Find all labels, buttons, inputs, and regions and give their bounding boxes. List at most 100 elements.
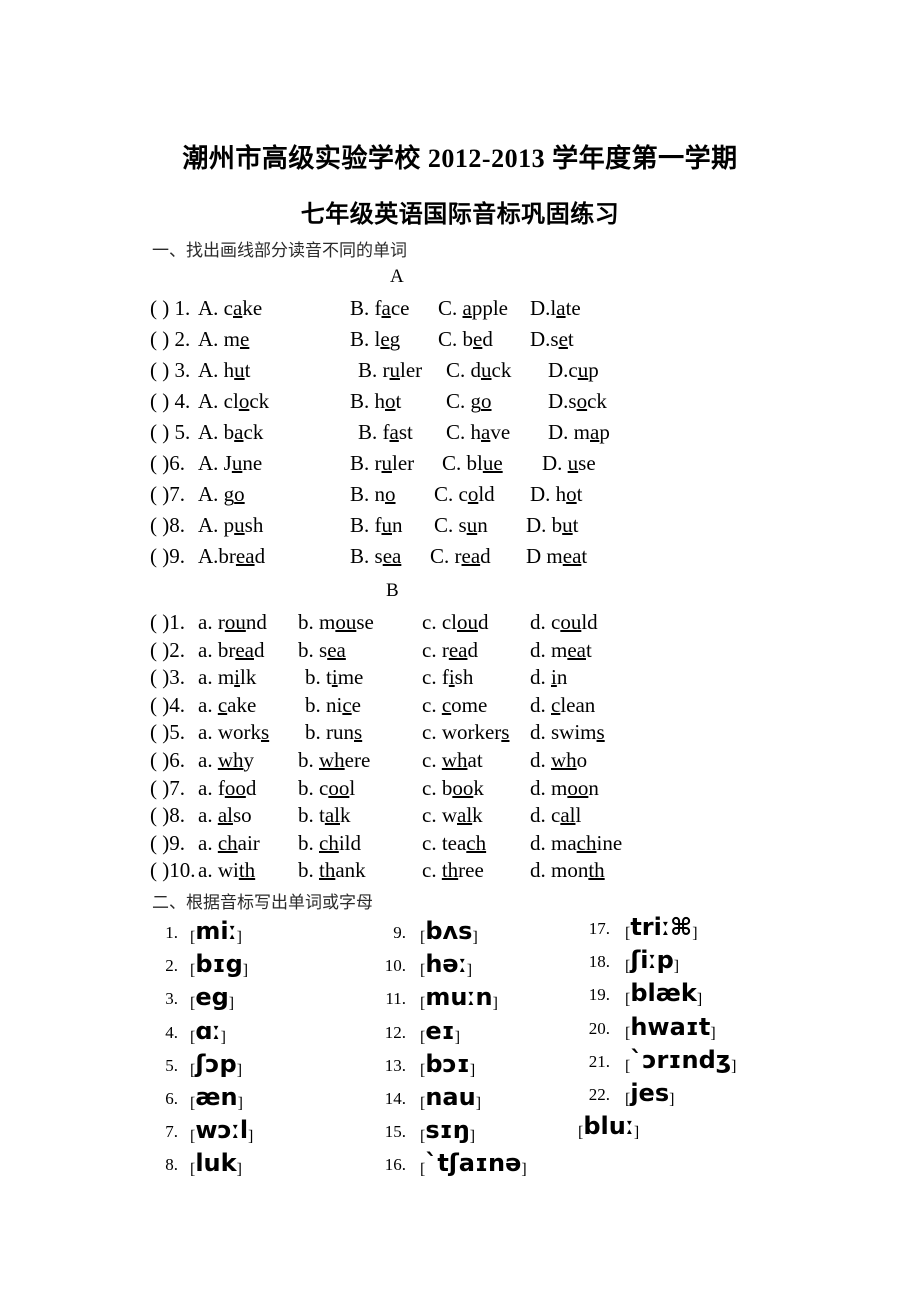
option-choice[interactable]: b. thank <box>298 858 366 883</box>
option-choice[interactable]: b. talk <box>298 803 351 828</box>
option-choice[interactable]: C. read <box>430 544 491 569</box>
option-choice[interactable]: a. why <box>198 748 254 773</box>
option-choice[interactable]: c. read <box>422 638 478 663</box>
option-choice[interactable]: D.cup <box>548 358 599 383</box>
option-choice[interactable]: a. cake <box>198 693 256 718</box>
question-row: ( )9. A.bread B. sea C. read D meat <box>150 544 910 575</box>
answer-blank[interactable]: ( )7. <box>150 482 185 506</box>
option-choice[interactable]: D.sock <box>548 389 607 414</box>
option-choice[interactable]: B. sea <box>350 544 401 569</box>
phonetic-item-number: 17. <box>588 919 610 938</box>
option-choice[interactable]: B. hot <box>350 389 401 414</box>
group-b-label: B <box>386 580 399 601</box>
option-choice[interactable]: d. call <box>530 803 581 828</box>
option-choice[interactable]: b. sea <box>298 638 346 663</box>
option-choice[interactable]: B. fast <box>358 420 413 445</box>
option-choice[interactable]: b. runs <box>305 720 362 745</box>
option-choice[interactable]: C. sun <box>434 513 488 538</box>
answer-blank[interactable]: ( )8. <box>150 803 185 827</box>
option-choice[interactable]: d. month <box>530 858 605 883</box>
option-choice[interactable]: A. June <box>198 451 262 476</box>
answer-blank[interactable]: ( )10. <box>150 858 196 882</box>
option-choice[interactable]: B. no <box>350 482 396 507</box>
option-choice[interactable]: c. cloud <box>422 610 488 635</box>
option-choice[interactable]: A. clock <box>198 389 269 414</box>
option-choice[interactable]: d. moon <box>530 776 599 801</box>
answer-blank[interactable]: ( ) 2. <box>150 327 190 351</box>
option-choice[interactable]: D.set <box>530 327 574 352</box>
answer-blank[interactable]: ( )1. <box>150 610 185 634</box>
option-choice[interactable]: B. leg <box>350 327 400 352</box>
answer-blank[interactable]: ( )9. <box>150 831 185 855</box>
option-choice[interactable]: A. cake <box>198 296 262 321</box>
option-choice[interactable]: c. fish <box>422 665 473 690</box>
phonetic-transcription: [blæk] <box>625 979 703 1009</box>
option-choice[interactable]: A. hut <box>198 358 251 383</box>
option-choice[interactable]: C. bed <box>438 327 493 352</box>
option-choice[interactable]: a. bread <box>198 638 264 663</box>
option-choice[interactable]: D. use <box>542 451 596 476</box>
option-choice[interactable]: D. map <box>548 420 610 445</box>
answer-blank[interactable]: ( )6. <box>150 748 185 772</box>
option-choice[interactable]: b. time <box>305 665 363 690</box>
answer-blank[interactable]: ( )2. <box>150 638 185 662</box>
option-choice[interactable]: d. who <box>530 748 587 773</box>
answer-blank[interactable]: ( )9. <box>150 544 185 568</box>
option-choice[interactable]: c. book <box>422 776 484 801</box>
option-choice[interactable]: a. milk <box>198 665 256 690</box>
option-choice[interactable]: c. what <box>422 748 483 773</box>
answer-blank[interactable]: ( ) 4. <box>150 389 190 413</box>
option-choice[interactable]: C. have <box>446 420 510 445</box>
option-choice[interactable]: b. nice <box>305 693 361 718</box>
option-choice[interactable]: c. three <box>422 858 484 883</box>
option-choice[interactable]: c. teach <box>422 831 486 856</box>
option-choice[interactable]: A. go <box>198 482 245 507</box>
option-choice[interactable]: b. cool <box>298 776 355 801</box>
option-choice[interactable]: d. meat <box>530 638 592 663</box>
answer-blank[interactable]: ( )7. <box>150 776 185 800</box>
option-choice[interactable]: d. machine <box>530 831 622 856</box>
option-choice[interactable]: C. apple <box>438 296 508 321</box>
answer-blank[interactable]: ( )4. <box>150 693 185 717</box>
option-choice[interactable]: b. mouse <box>298 610 374 635</box>
option-choice[interactable]: b. child <box>298 831 361 856</box>
answer-blank[interactable]: ( )8. <box>150 513 185 537</box>
option-choice[interactable]: d. could <box>530 610 598 635</box>
answer-blank[interactable]: ( )6. <box>150 451 185 475</box>
option-choice[interactable]: A. me <box>198 327 249 352</box>
answer-blank[interactable]: ( ) 3. <box>150 358 190 382</box>
option-choice[interactable]: d. swims <box>530 720 605 745</box>
option-choice[interactable]: D. hot <box>530 482 583 507</box>
option-choice[interactable]: C. go <box>446 389 492 414</box>
answer-blank[interactable]: ( )5. <box>150 720 185 744</box>
option-choice[interactable]: C. cold <box>434 482 495 507</box>
answer-blank[interactable]: ( ) 5. <box>150 420 190 444</box>
phonetic-item-number: 3. <box>165 989 178 1009</box>
option-choice[interactable]: B. ruler <box>350 451 414 476</box>
option-choice[interactable]: C. blue <box>442 451 503 476</box>
option-choice[interactable]: a. works <box>198 720 269 745</box>
option-choice[interactable]: b. where <box>298 748 370 773</box>
option-choice[interactable]: a. chair <box>198 831 260 856</box>
option-choice[interactable]: B. ruler <box>358 358 422 383</box>
option-choice[interactable]: D meat <box>526 544 587 569</box>
option-choice[interactable]: D. but <box>526 513 579 538</box>
option-choice[interactable]: D.late <box>530 296 581 321</box>
option-choice[interactable]: A. push <box>198 513 263 538</box>
option-choice[interactable]: a. with <box>198 858 255 883</box>
option-choice[interactable]: C. duck <box>446 358 511 383</box>
option-choice[interactable]: A.bread <box>198 544 265 569</box>
option-choice[interactable]: c. come <box>422 693 487 718</box>
answer-blank[interactable]: ( )3. <box>150 665 185 689</box>
option-choice[interactable]: B. fun <box>350 513 403 538</box>
option-choice[interactable]: d. clean <box>530 693 595 718</box>
option-choice[interactable]: a. round <box>198 610 267 635</box>
option-choice[interactable]: A. back <box>198 420 263 445</box>
option-choice[interactable]: a. also <box>198 803 252 828</box>
option-choice[interactable]: c. walk <box>422 803 483 828</box>
option-choice[interactable]: B. face <box>350 296 409 321</box>
option-choice[interactable]: d. in <box>530 665 567 690</box>
option-choice[interactable]: c. workers <box>422 720 509 745</box>
option-choice[interactable]: a. food <box>198 776 256 801</box>
answer-blank[interactable]: ( ) 1. <box>150 296 190 320</box>
